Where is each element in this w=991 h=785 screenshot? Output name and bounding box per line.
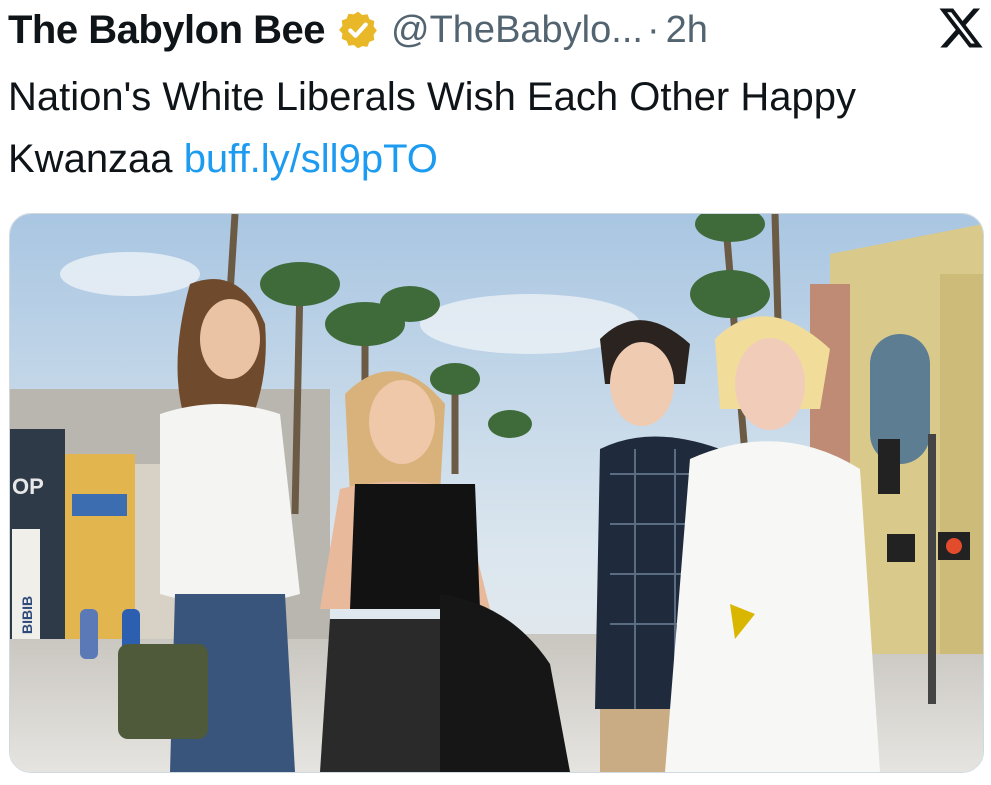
separator-dot: · (646, 8, 660, 51)
tweet-text: Nation's White Liberals Wish Each Other … (8, 66, 938, 190)
tweet-link[interactable]: buff.ly/sll9pTO (184, 137, 438, 181)
tweet-media-photo[interactable]: OP BIBIB (9, 213, 984, 773)
verified-badge-icon (339, 11, 377, 49)
vertical-sign: BIBIB (19, 596, 35, 634)
x-logo-icon[interactable] (937, 4, 985, 52)
timestamp[interactable]: 2h (666, 9, 708, 52)
photo-illustration: OP BIBIB (10, 214, 983, 772)
author-handle[interactable]: @TheBabylo... (391, 9, 643, 52)
tweet-header: The Babylon Bee @TheBabylo... · 2h (8, 2, 983, 58)
storefront-sign: OP (12, 474, 44, 499)
author-name[interactable]: The Babylon Bee (8, 8, 326, 53)
